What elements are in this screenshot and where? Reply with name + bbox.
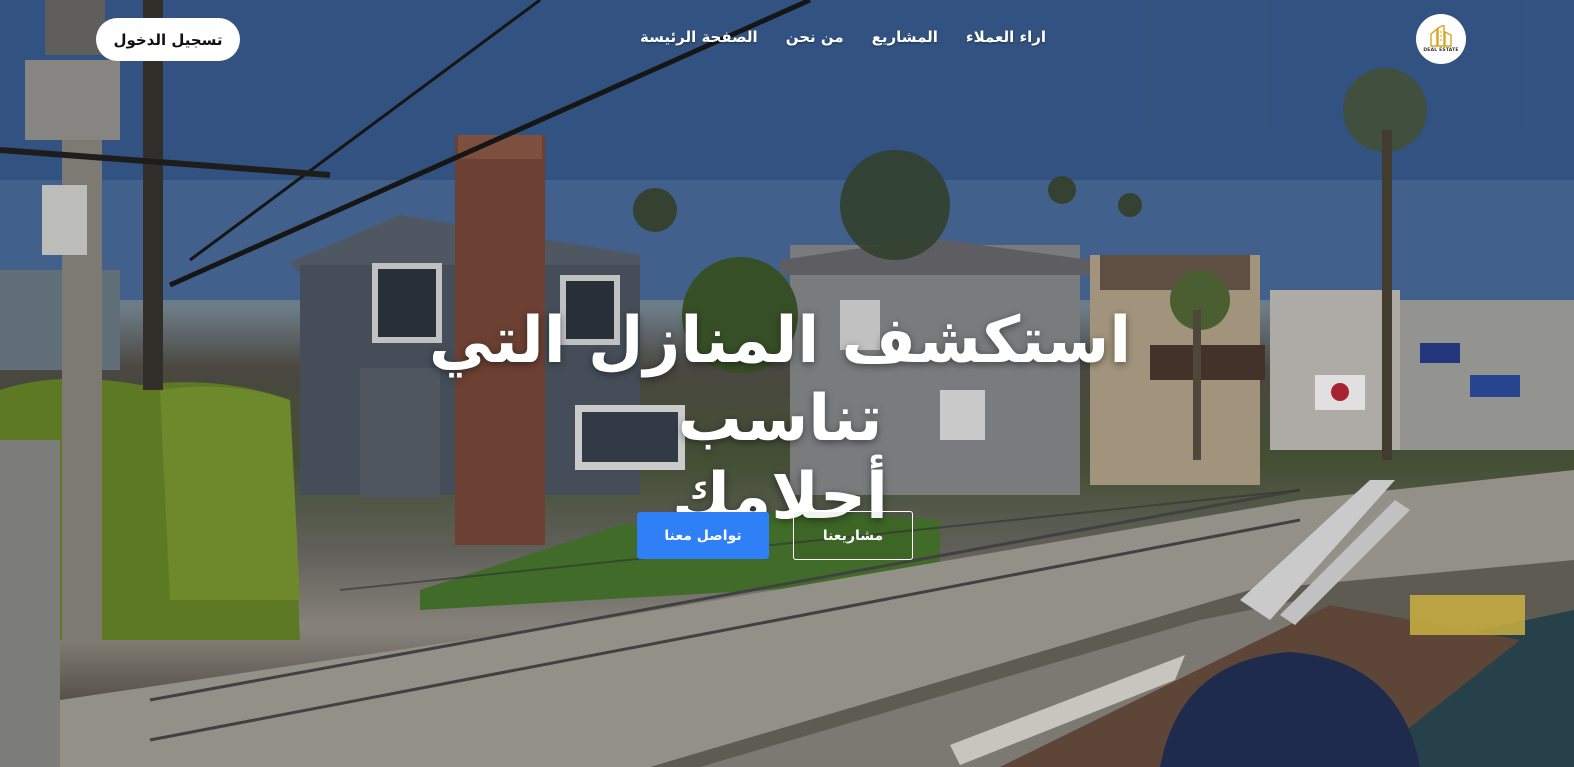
main-navigation: الصفحة الرئيسة من نحن المشاريع اراء العم… <box>640 28 1046 46</box>
nav-item-projects[interactable]: المشاريع <box>872 28 938 46</box>
our-projects-button-label: مشاريعنا <box>822 527 884 544</box>
building-logo-icon <box>1430 25 1452 47</box>
nav-item-testimonials[interactable]: اراء العملاء <box>966 28 1046 46</box>
contact-us-button[interactable]: تواصل معنا <box>637 512 769 559</box>
our-projects-button[interactable]: مشاريعنا <box>793 511 913 560</box>
nav-item-about[interactable]: من نحن <box>786 28 844 46</box>
hero-section: تسجيل الدخول الصفحة الرئيسة من نحن المشا… <box>0 0 1574 767</box>
login-button-label: تسجيل الدخول <box>113 30 223 49</box>
hero-headline-line1: استكشف المنازل التي تناسب <box>428 304 1132 456</box>
logo-text: DEAL ESTATE <box>1423 48 1459 53</box>
hero-headline: استكشف المنازل التي تناسب أحلامك <box>380 302 1180 536</box>
brand-logo[interactable]: DEAL ESTATE <box>1416 14 1466 64</box>
nav-item-home[interactable]: الصفحة الرئيسة <box>640 28 758 46</box>
contact-us-button-label: تواصل معنا <box>664 527 742 544</box>
login-button[interactable]: تسجيل الدخول <box>96 18 240 61</box>
